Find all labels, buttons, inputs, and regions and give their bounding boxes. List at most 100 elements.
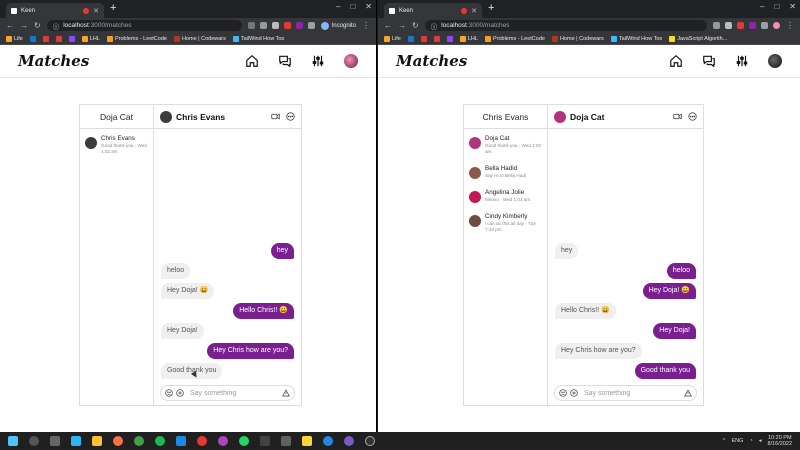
more-options-icon[interactable] — [286, 112, 295, 121]
profile-avatar[interactable] — [344, 54, 358, 68]
home-icon[interactable] — [245, 54, 259, 68]
bookmark[interactable] — [433, 35, 440, 42]
chrome-icon[interactable] — [134, 436, 144, 446]
sidepanel-icon[interactable] — [307, 22, 315, 29]
share-icon[interactable] — [259, 22, 267, 29]
bookmark[interactable] — [55, 35, 62, 42]
brand-logo[interactable]: Matches — [18, 52, 245, 70]
bookmark[interactable]: TailWind How Tos — [232, 35, 284, 42]
wifi-icon[interactable]: ◔ — [749, 438, 752, 444]
contact-item[interactable]: Angelina Jolie helooo · Wed 1:01 am — [464, 183, 547, 207]
notes-icon[interactable] — [281, 436, 291, 446]
back-icon[interactable]: ← — [384, 21, 392, 30]
contact-item[interactable]: Cindy Kimberly i can do this all day · T… — [464, 207, 547, 237]
whatsapp-icon[interactable] — [239, 436, 249, 446]
message-input[interactable]: Say something — [187, 390, 279, 397]
clock[interactable]: 10:20 PM 8/16/2022 — [768, 435, 792, 447]
maximize-icon[interactable]: □ — [774, 2, 779, 11]
tray-chevron-icon[interactable]: ^ — [723, 438, 726, 444]
obs-icon[interactable] — [365, 436, 375, 446]
search-icon[interactable] — [29, 436, 39, 446]
minimize-icon[interactable]: – — [760, 2, 764, 11]
language-indicator[interactable]: ENG — [732, 438, 744, 444]
url-field[interactable]: ⓘ localhost:3000/matches — [46, 20, 242, 31]
add-attachment-icon[interactable] — [176, 389, 184, 397]
message-composer[interactable]: Say something — [160, 385, 295, 401]
bookmark[interactable]: Home | Codewars — [173, 35, 226, 42]
forward-icon[interactable]: → — [398, 21, 406, 30]
browser-tab[interactable]: Keen ✕ — [384, 3, 482, 18]
filters-icon[interactable] — [735, 54, 749, 68]
terminal-icon[interactable] — [260, 436, 270, 446]
contact-item[interactable]: Chris Evans Good thank you · Wed 1:02 am — [80, 129, 153, 159]
close-tab-icon[interactable]: ✕ — [93, 7, 99, 15]
contact-item[interactable]: Doja Cat Good thank you · Wed 1:02 am — [464, 129, 547, 159]
chrome-profile-icon[interactable] — [197, 436, 207, 446]
bookmark[interactable] — [29, 35, 36, 42]
new-tab-button[interactable]: + — [488, 2, 494, 14]
reload-icon[interactable]: ↻ — [412, 21, 419, 30]
start-icon[interactable] — [8, 436, 18, 446]
emoji-icon[interactable] — [559, 389, 567, 397]
close-window-icon[interactable]: ✕ — [365, 2, 372, 11]
bookmark[interactable]: Problems - LeetCode — [106, 35, 167, 42]
profile-icon[interactable] — [773, 22, 780, 29]
extension-icon[interactable] — [295, 22, 303, 29]
menu-icon[interactable]: ⋮ — [362, 21, 370, 30]
back-icon[interactable]: ← — [6, 21, 14, 30]
bookmark[interactable]: JavaScript Algorith... — [669, 35, 727, 42]
reload-icon[interactable]: ↻ — [34, 21, 41, 30]
new-tab-button[interactable]: + — [110, 2, 116, 14]
send-icon[interactable] — [684, 389, 692, 397]
brand-logo[interactable]: Matches — [396, 52, 669, 70]
bookmark[interactable] — [42, 35, 49, 42]
task-view-icon[interactable] — [50, 436, 60, 446]
contact-item[interactable]: Bella Hadid Say Hi to Bella Hadi — [464, 159, 547, 183]
file-explorer-icon[interactable] — [92, 436, 102, 446]
send-icon[interactable] — [282, 389, 290, 397]
camera-icon[interactable] — [247, 22, 255, 29]
bookmark[interactable]: Problems - LeetCode — [484, 35, 545, 42]
bookmark[interactable] — [407, 35, 414, 42]
bookmark[interactable]: LHL — [81, 35, 100, 42]
bookmark[interactable] — [446, 35, 453, 42]
star-icon[interactable] — [271, 22, 279, 29]
home-icon[interactable] — [669, 54, 683, 68]
star-icon[interactable] — [725, 22, 732, 29]
bookmark[interactable]: Home | Codewars — [551, 35, 604, 42]
menu-icon[interactable]: ⋮ — [786, 21, 794, 30]
discord-icon[interactable] — [344, 436, 354, 446]
bookmark[interactable] — [68, 35, 75, 42]
bookmark[interactable]: Life — [384, 35, 401, 42]
vscode-icon[interactable] — [176, 436, 186, 446]
message-composer[interactable]: Say something — [554, 385, 697, 401]
bookmark[interactable] — [420, 35, 427, 42]
close-tab-icon[interactable]: ✕ — [471, 7, 477, 15]
spotify-icon[interactable] — [155, 436, 165, 446]
widgets-icon[interactable] — [71, 436, 81, 446]
extension-icon[interactable] — [283, 22, 291, 29]
close-window-icon[interactable]: ✕ — [789, 2, 796, 11]
add-attachment-icon[interactable] — [570, 389, 578, 397]
url-field[interactable]: ⓘ localhost:3000/matches — [424, 20, 707, 31]
bookmark[interactable]: Life — [6, 35, 23, 42]
messages-icon[interactable] — [702, 54, 716, 68]
sidepanel-icon[interactable] — [761, 22, 768, 29]
chrome-profile-icon[interactable] — [218, 436, 228, 446]
bookmark[interactable]: LHL — [459, 35, 478, 42]
profile-avatar[interactable] — [768, 54, 782, 68]
share-icon[interactable] — [713, 22, 720, 29]
chrome-profile-icon[interactable] — [323, 436, 333, 446]
message-input[interactable]: Say something — [581, 390, 681, 397]
bookmark[interactable]: TailWind How Tos — [610, 35, 662, 42]
volume-icon[interactable]: ◂ — [759, 438, 762, 444]
video-call-icon[interactable] — [673, 112, 682, 121]
extension-icon[interactable] — [737, 22, 744, 29]
emoji-icon[interactable] — [165, 389, 173, 397]
extension-icon[interactable] — [749, 22, 756, 29]
maximize-icon[interactable]: □ — [350, 2, 355, 11]
incognito-badge[interactable]: Incognito — [320, 21, 356, 30]
more-options-icon[interactable] — [688, 112, 697, 121]
sticky-notes-icon[interactable] — [302, 436, 312, 446]
browser-tab[interactable]: Keen ✕ — [6, 3, 104, 18]
